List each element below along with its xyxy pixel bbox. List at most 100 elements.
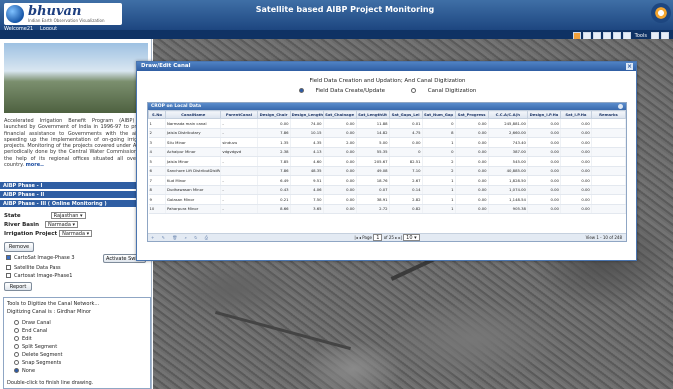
mode-options: Field Data Create/Update Canal Digitizat… (137, 88, 638, 94)
table-row[interactable]: 9 Golasan Minor -0.21 7.50 0.00 38.91 2.82 1 0.0… (148, 194, 627, 205)
option-field-data[interactable]: Field Data Create/Update (293, 88, 391, 94)
column-header[interactable]: S.No (147, 110, 167, 119)
table-cell: Narmada main canal (165, 118, 222, 129)
column-header[interactable]: Sat_LengthUt (355, 110, 390, 119)
option-canal-digitization[interactable]: Canal Digitization (405, 88, 483, 94)
column-header[interactable]: Remarks (590, 110, 627, 119)
layer-satellite-pass[interactable]: Satellite Data Pass (6, 265, 61, 271)
column-header[interactable]: Design_I.P.Ha (526, 110, 561, 119)
close-icon[interactable]: × (626, 63, 633, 70)
table-cell: 0.00 (455, 204, 489, 214)
column-header[interactable]: Sat_I.P.Ha (559, 110, 592, 119)
table-row[interactable]: 5 Jaisla Minor -7.85 4.60 0.00 205.67 82.51 2 0.… (148, 156, 627, 167)
option-draw-canal[interactable]: Draw Canal (14, 320, 51, 326)
option-end-canal[interactable]: End Canal (14, 328, 47, 334)
radio[interactable] (14, 344, 19, 349)
table-cell: 0.07 (356, 185, 390, 195)
table-cell: 7.85 (257, 156, 291, 167)
radio[interactable] (14, 368, 19, 373)
table-row[interactable]: 4 Achalpur Minor vdgvdgvd 2.38 4.13 0.00 55.35… (148, 147, 627, 157)
checkbox[interactable] (6, 273, 11, 278)
table-cell: - (220, 204, 258, 214)
basin-row: River Basin Narmada ▾ (4, 221, 79, 228)
table-cell (591, 175, 627, 186)
collapse-icon[interactable] (618, 104, 623, 109)
state-select[interactable]: Rajasthan ▾ (50, 212, 86, 219)
bhuvan-logo[interactable]: bhuvan Indian Earth Observation Visualiz… (4, 3, 122, 25)
digitize-title: Tools to Digitize the Canal Network... (7, 301, 100, 307)
column-header[interactable]: CanalName (165, 110, 222, 119)
radio[interactable] (14, 360, 19, 365)
emblem-icon (651, 3, 671, 23)
column-header[interactable]: Sat_Chainage (322, 110, 357, 119)
table-cell: 743.40 (488, 137, 528, 148)
column-header[interactable]: Sat_Gaps_Lei (388, 110, 423, 119)
remove-button[interactable]: Remove (4, 242, 34, 252)
table-cell (591, 156, 627, 167)
canal-table: S.No CanalName ParentCanal Design_Chair Desi… (147, 110, 627, 214)
table-row[interactable]: 1 Narmada main canal -0.00 74.00 0.00 11.88 0.… (148, 118, 627, 129)
radio[interactable] (14, 320, 19, 325)
radio[interactable] (14, 336, 19, 341)
table-cell: 8 (422, 128, 456, 138)
table-cell (591, 128, 627, 138)
option-snap-segments[interactable]: Snap Segments (14, 360, 61, 366)
table-cell: 7.10 (389, 166, 423, 176)
phase-2-header[interactable]: AIBP Phase - II (0, 191, 152, 199)
table-cell: 0.82 (389, 204, 423, 214)
table-cell: 1 (422, 137, 456, 148)
table-row[interactable]: 3 Silu Minor sinduvu 1.35 4.35 2.00 5.00 0.00 1 0… (148, 137, 627, 148)
table-cell (220, 166, 258, 176)
table-row[interactable]: 8 Dudhawasan Minor -0.43 4.06 0.00 0.07 0.14 1 0… (148, 185, 627, 195)
project-select[interactable]: Narmada ▾ (59, 230, 93, 237)
table-cell: 82.51 (389, 156, 423, 167)
radio[interactable] (14, 352, 19, 357)
table-cell: 0.00 (527, 147, 561, 157)
column-header[interactable]: Sat_Num_Gap (421, 110, 456, 119)
table-row[interactable]: 7 Kud Minor -6.49 9.51 0.00 18.76 2.67 1 0.00 1,8… (148, 175, 627, 186)
dialog-title-bar[interactable]: Draw/Edit Canal × (137, 62, 636, 71)
table-cell: 1 (422, 185, 456, 195)
table-cell: 0.00 (323, 204, 357, 214)
table-cell: 4.75 (389, 128, 423, 138)
option-delete-segment[interactable]: Delete Segment (14, 352, 63, 358)
table-cell: 0.00 (527, 156, 561, 167)
table-cell: 0.00 (560, 118, 592, 129)
report-button[interactable]: Report (4, 282, 32, 291)
column-header[interactable]: Design_Chair (256, 110, 291, 119)
table-row[interactable]: 10 Paharpura Minor -8.66 3.65 0.00 2.72 0.82 1 0… (148, 204, 627, 214)
digitize-canal-name: Digitizing Canal is : Girdhar Minor (7, 309, 91, 315)
layer-cartosat-phase3[interactable]: CartoSat Image-Phase 3 (6, 255, 75, 261)
basin-select[interactable]: Narmada ▾ (44, 221, 79, 228)
phase-3-header[interactable]: AIBP Phase - III ( Online Monitoring ) (0, 200, 152, 208)
option-split-segment[interactable]: Split Segment (14, 344, 57, 350)
checkbox[interactable] (6, 255, 11, 260)
option-edit[interactable]: Edit (14, 336, 32, 342)
table-cell: 0.00 (257, 118, 291, 129)
table-cell: 18.76 (356, 175, 390, 186)
table-cell: 0.00 (527, 175, 561, 186)
table-cell: 0.00 (455, 118, 489, 129)
table-cell: 0.00 (527, 118, 561, 129)
checkbox[interactable] (6, 265, 11, 270)
rows-per-page-select[interactable]: 10 ▾ (403, 234, 420, 241)
more-link[interactable]: more.. (26, 162, 44, 168)
phase-1-header[interactable]: AIBP Phase - I (0, 182, 152, 190)
table-cell (591, 118, 627, 129)
radio[interactable] (410, 88, 416, 93)
radio[interactable] (14, 328, 19, 333)
next-page-icon[interactable]: ▸ ▸| (395, 235, 402, 240)
column-header[interactable]: C.C.A/C.A(h (487, 110, 528, 119)
table-cell: 0.00 (527, 166, 561, 176)
first-page-icon[interactable]: |◂ ◂ (354, 235, 361, 240)
layer-cartosat-phase1[interactable]: Cartosat Image-Phase1 (6, 273, 72, 279)
column-header[interactable]: ParentCanal (220, 110, 258, 119)
column-header[interactable]: Sat_Progress (454, 110, 489, 119)
radio[interactable] (298, 88, 304, 93)
table-cell: 0.00 (455, 128, 489, 138)
table-row[interactable]: 2 Jaisla Distributary -7.86 10.15 0.00 14.82 4… (148, 128, 627, 138)
table-row[interactable]: 6 Sanchore Lift DistributDistRoy 7.86 48.35… (148, 166, 627, 176)
option-none[interactable]: None (14, 368, 35, 374)
column-header[interactable]: Design_Length (289, 110, 324, 119)
page-input[interactable]: 1 (373, 234, 383, 241)
